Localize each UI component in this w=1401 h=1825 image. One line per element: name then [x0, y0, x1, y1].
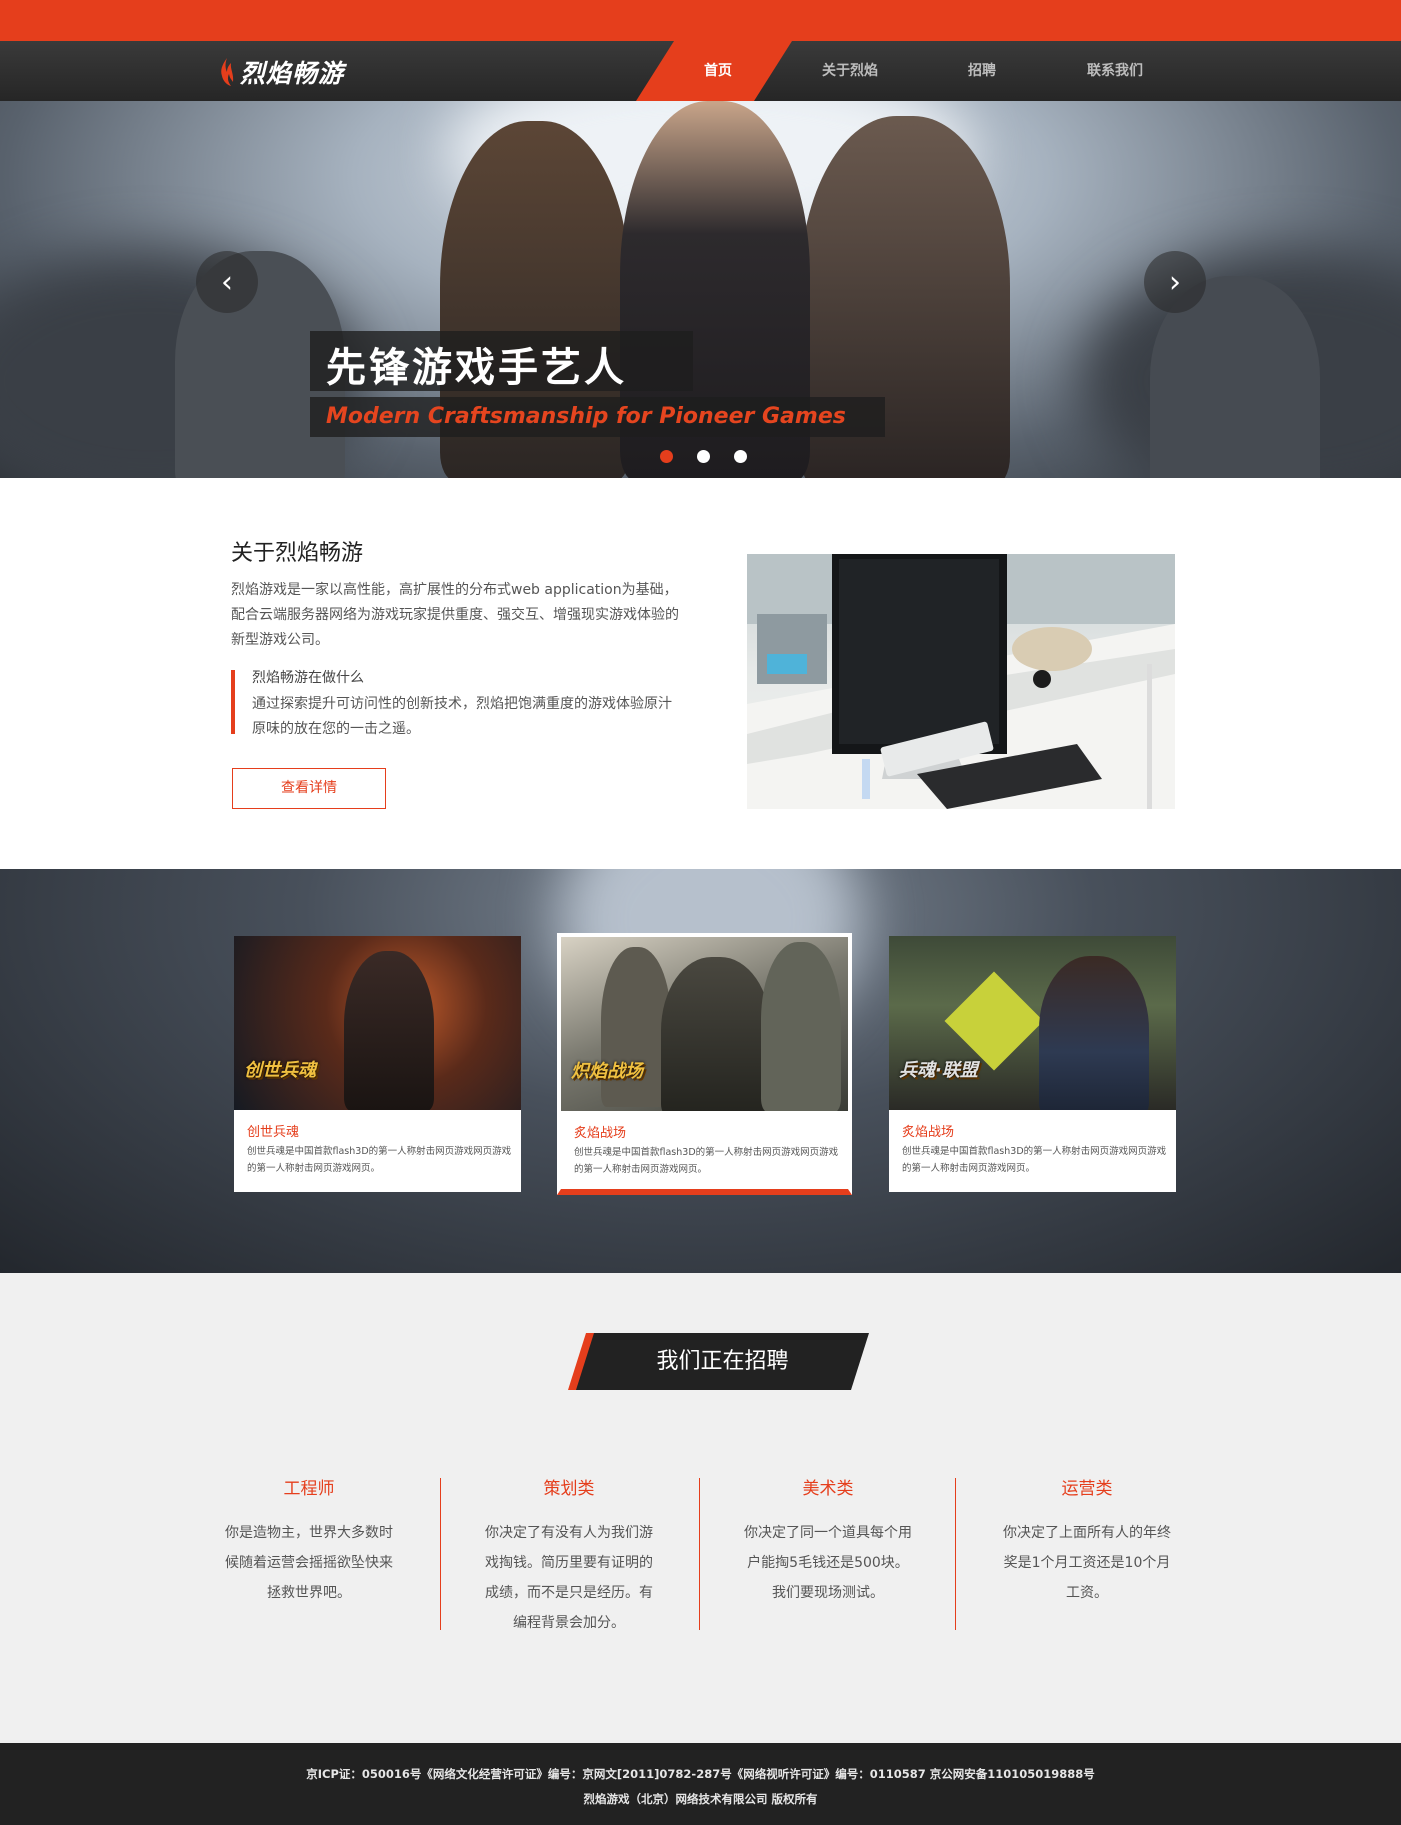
divider	[955, 1478, 956, 1630]
footer-license: 京ICP证：050016号《网络文化经营许可证》编号：京网文[2011]0782…	[306, 1767, 1095, 1781]
game-character	[1039, 956, 1149, 1110]
quote-title: 烈焰畅游在做什么	[252, 670, 364, 686]
carousel-dots	[660, 450, 747, 463]
game-title: 炙焰战场	[902, 1125, 955, 1140]
job-description: 你决定了上面所有人的年终奖是1个月工资还是10个月工资。	[1003, 1525, 1171, 1601]
carousel-dot-1[interactable]	[660, 450, 673, 463]
logo-text: 烈焰畅游	[240, 59, 345, 88]
carousel-dot-2[interactable]	[697, 450, 710, 463]
about-title: 关于烈焰畅游	[231, 541, 364, 566]
recruit-section: 我们正在招聘 工程师 你是造物主，世界大多数时候随着运营会摇摇欲坠快来拯救世界吧…	[0, 1273, 1401, 1743]
game-character	[344, 951, 434, 1110]
game-description: 创世兵魂是中国首款flash3D的第一人称射击网页游戏网页游戏的第一人称射击网页…	[247, 1146, 512, 1174]
job-title[interactable]: 运营类	[958, 1474, 1216, 1499]
hero-title: 先锋游戏手艺人	[326, 345, 627, 391]
game-character	[761, 942, 841, 1111]
game-title: 炙焰战场	[574, 1126, 627, 1141]
hero-prev-arrow[interactable]: ‹	[196, 251, 258, 313]
hero-subtitle: Modern Craftsmanship for Pioneer Games	[326, 404, 846, 429]
view-details-button[interactable]: 查看详情	[232, 768, 386, 809]
job-description: 你决定了有没有人为我们游戏掏钱。简历里要有证明的成绩，而不是只是经历。有编程背景…	[485, 1525, 653, 1631]
nav-item-about[interactable]: 关于烈焰	[800, 41, 900, 101]
quote-accent-bar	[231, 670, 235, 734]
nav-item-home[interactable]: 首页	[680, 41, 756, 101]
game-card[interactable]: 兵魂·联盟 炙焰战场 创世兵魂是中国首款flash3D的第一人称射击网页游戏网页…	[889, 936, 1176, 1192]
game-title: 创世兵魂	[247, 1125, 300, 1140]
quote-text: 通过探索提升可访问性的创新技术，烈焰把饱满重度的游戏体验原汁原味的放在您的一击之…	[252, 696, 672, 737]
recruit-title: 我们正在招聘	[656, 1349, 789, 1374]
job-description: 你是造物主，世界大多数时候随着运营会摇摇欲坠快来拯救世界吧。	[225, 1525, 393, 1601]
chevron-left-icon: ‹	[221, 264, 233, 300]
hero-banner: ‹ › 先锋游戏手艺人 Modern Craftsmanship for Pio…	[0, 101, 1401, 478]
game-image: 炽焰战场	[561, 937, 848, 1111]
game-description: 创世兵魂是中国首款flash3D的第一人称射击网页游戏网页游戏的第一人称射击网页…	[574, 1147, 839, 1175]
office-photo	[747, 554, 1175, 809]
hero-next-arrow[interactable]: ›	[1144, 251, 1206, 313]
divider	[440, 1478, 441, 1630]
office-photo-illustration	[747, 554, 1175, 809]
game-card-featured[interactable]: 炽焰战场 炙焰战场 创世兵魂是中国首款flash3D的第一人称射击网页游戏网页游…	[557, 933, 852, 1195]
games-section: 创世兵魂 创世兵魂 创世兵魂是中国首款flash3D的第一人称射击网页游戏网页游…	[0, 869, 1401, 1273]
job-title[interactable]: 策划类	[440, 1474, 698, 1499]
game-logo: 炽焰战场	[571, 1061, 643, 1082]
flame-icon	[221, 58, 234, 86]
logo[interactable]: 烈焰畅游	[218, 55, 344, 89]
navbar: 烈焰畅游 首页 关于烈焰 招聘 联系我们	[0, 41, 1401, 101]
divider	[699, 1478, 700, 1630]
footer: 京ICP证：050016号《网络文化经营许可证》编号：京网文[2011]0782…	[0, 1743, 1401, 1825]
game-logo: 兵魂·联盟	[899, 1060, 978, 1081]
chevron-right-icon: ›	[1169, 264, 1181, 300]
job-description: 你决定了同一个道具每个用户能掏5毛钱还是500块。我们要现场测试。	[744, 1525, 912, 1601]
carousel-dot-3[interactable]	[734, 450, 747, 463]
game-character	[661, 957, 771, 1111]
game-logo: 创世兵魂	[244, 1060, 316, 1081]
game-card[interactable]: 创世兵魂 创世兵魂 创世兵魂是中国首款flash3D的第一人称射击网页游戏网页游…	[234, 936, 521, 1192]
nav-item-jobs[interactable]: 招聘	[940, 41, 1024, 101]
top-accent-strip	[0, 0, 1401, 41]
about-description: 烈焰游戏是一家以高性能，高扩展性的分布式web application为基础，配…	[231, 582, 679, 648]
game-description: 创世兵魂是中国首款flash3D的第一人称射击网页游戏网页游戏的第一人称射击网页…	[902, 1146, 1167, 1174]
game-image: 创世兵魂	[234, 936, 521, 1110]
footer-copyright: 烈焰游戏（北京）网络技术有限公司 版权所有	[583, 1792, 818, 1806]
job-title[interactable]: 工程师	[180, 1474, 438, 1499]
job-title[interactable]: 美术类	[699, 1474, 957, 1499]
nav-item-contact[interactable]: 联系我们	[1065, 41, 1165, 101]
game-image: 兵魂·联盟	[889, 936, 1176, 1110]
